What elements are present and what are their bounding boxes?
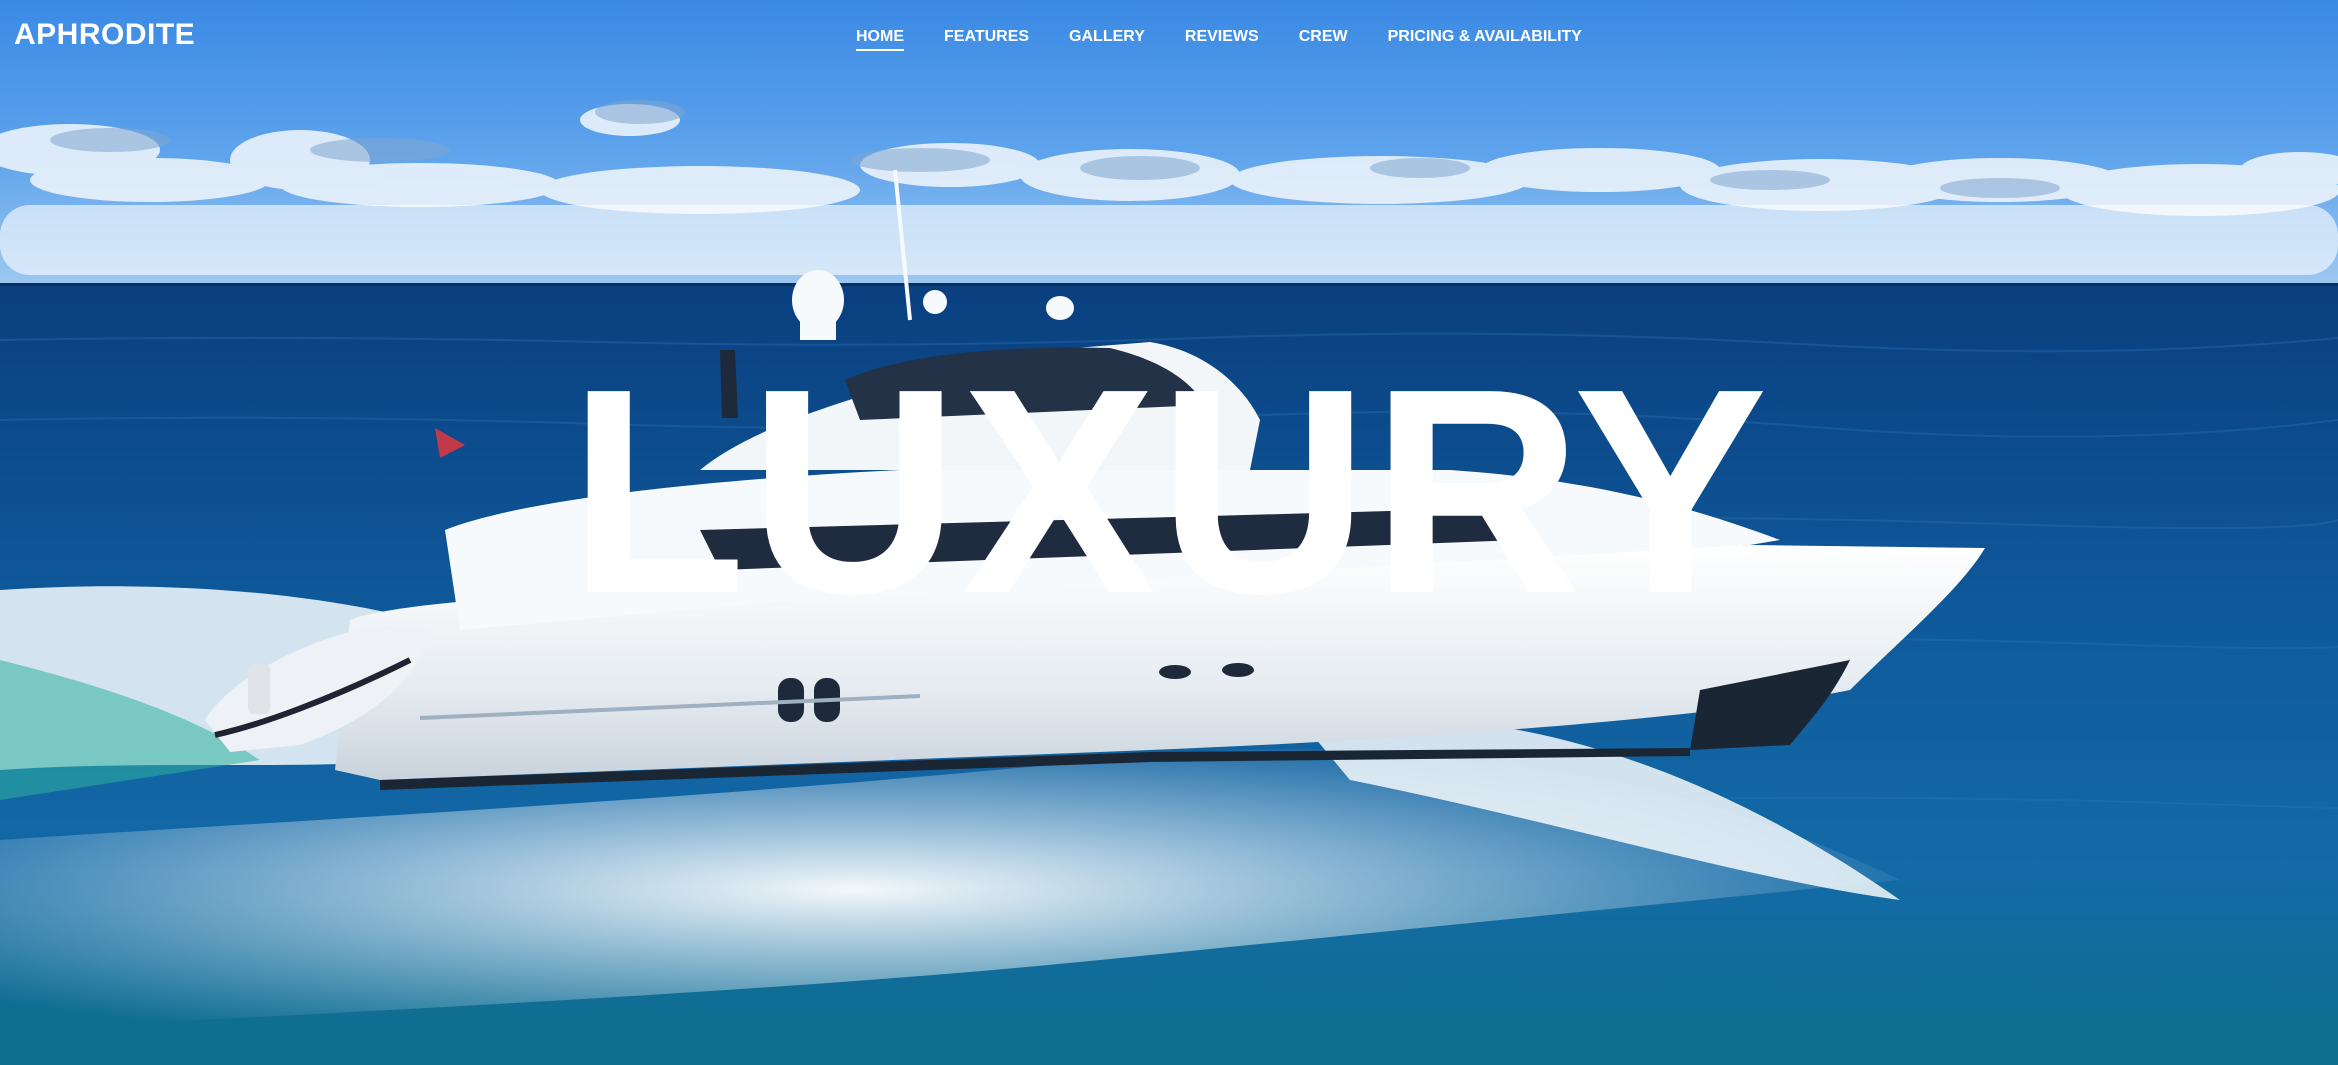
main-nav: HOME FEATURES GALLERY REVIEWS CREW PRICI…	[856, 28, 1582, 51]
nav-home[interactable]: HOME	[856, 28, 904, 51]
nav-pricing-availability[interactable]: PRICING & AVAILABILITY	[1388, 28, 1582, 49]
top-navigation-bar: APHRODITE HOME FEATURES GALLERY REVIEWS …	[0, 0, 2338, 80]
nav-reviews[interactable]: REVIEWS	[1185, 28, 1259, 49]
hero-section: APHRODITE HOME FEATURES GALLERY REVIEWS …	[0, 0, 2338, 1065]
brand-logo[interactable]: APHRODITE	[14, 18, 195, 52]
nav-crew[interactable]: CREW	[1299, 28, 1348, 49]
hero-background-image	[0, 0, 2338, 1065]
nav-features[interactable]: FEATURES	[944, 28, 1029, 49]
nav-gallery[interactable]: GALLERY	[1069, 28, 1145, 49]
